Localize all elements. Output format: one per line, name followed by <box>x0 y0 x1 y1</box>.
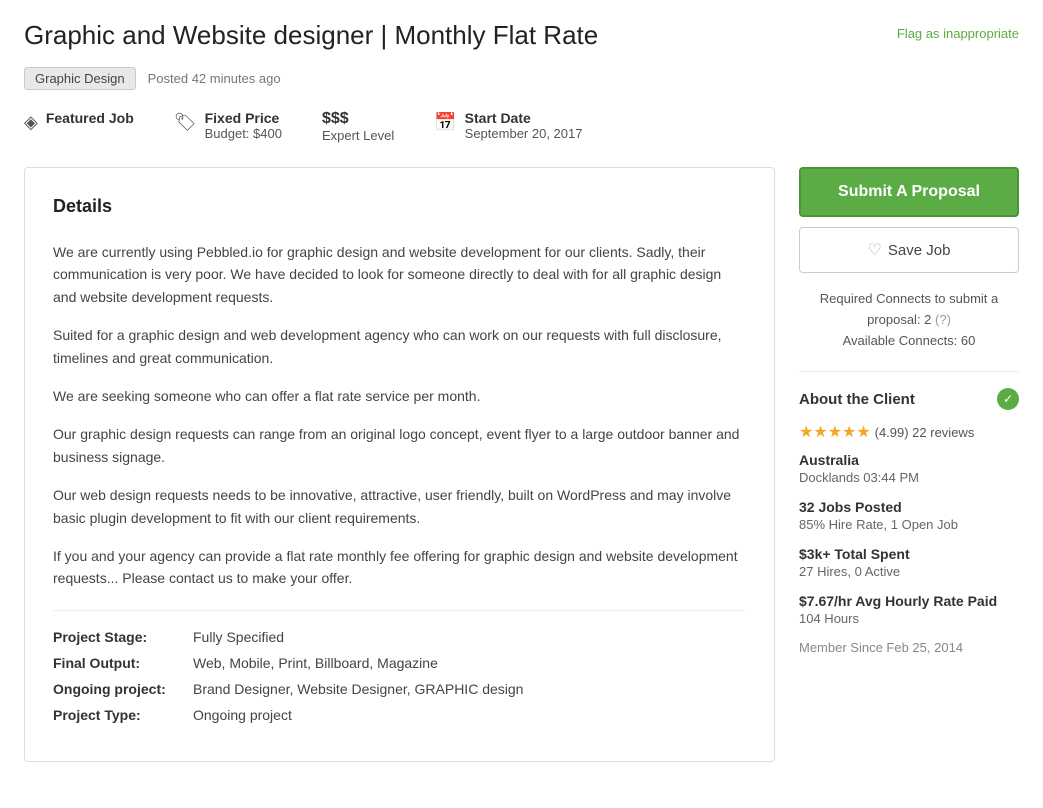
client-location-row: Australia Docklands 03:44 PM <box>799 452 1019 485</box>
description-para-4: Our graphic design requests can range fr… <box>53 423 746 468</box>
start-date-item: 📅 Start Date September 20, 2017 <box>434 110 582 141</box>
ongoing-project-row: Ongoing project: Brand Designer, Website… <box>53 681 746 697</box>
price-tag-icon: 🏷 <box>174 112 197 133</box>
project-stage-row: Project Stage: Fully Specified <box>53 629 746 645</box>
budget-label: Budget: $400 <box>205 126 282 141</box>
available-connects: Available Connects: 60 <box>843 333 976 348</box>
description-para-2: Suited for a graphic design and web deve… <box>53 324 746 369</box>
featured-job-item: ◈ Featured Job <box>24 110 134 133</box>
expert-level-item: $$$ Expert Level <box>322 110 394 143</box>
member-since: Member Since Feb 25, 2014 <box>799 640 1019 655</box>
final-output-label: Final Output: <box>53 655 193 671</box>
project-type-row: Project Type: Ongoing project <box>53 707 746 723</box>
jobs-posted-sub: 85% Hire Rate, 1 Open Job <box>799 517 1019 532</box>
about-client-title: About the Client <box>799 391 915 408</box>
details-card: Details We are currently using Pebbled.i… <box>24 167 775 762</box>
final-output-row: Final Output: Web, Mobile, Print, Billbo… <box>53 655 746 671</box>
project-meta: Project Stage: Fully Specified Final Out… <box>53 610 746 723</box>
project-stage-value: Fully Specified <box>193 629 284 645</box>
total-spent-row: $3k+ Total Spent 27 Hires, 0 Active <box>799 546 1019 579</box>
final-output-value: Web, Mobile, Print, Billboard, Magazine <box>193 655 438 671</box>
description-para-1: We are currently using Pebbled.io for gr… <box>53 241 746 308</box>
ongoing-project-label: Ongoing project: <box>53 681 193 697</box>
info-icon[interactable]: (?) <box>935 312 951 327</box>
verified-icon: ✓ <box>997 388 1019 410</box>
description-para-3: We are seeking someone who can offer a f… <box>53 385 746 407</box>
description-para-6: If you and your agency can provide a fla… <box>53 545 746 590</box>
details-body: We are currently using Pebbled.io for gr… <box>53 241 746 590</box>
category-tag[interactable]: Graphic Design <box>24 67 136 90</box>
project-type-label: Project Type: <box>53 707 193 723</box>
description-para-5: Our web design requests needs to be inno… <box>53 484 746 529</box>
project-type-value: Ongoing project <box>193 707 292 723</box>
connects-text: Required Connects to submit a proposal: … <box>820 291 998 327</box>
left-panel: Details We are currently using Pebbled.i… <box>24 167 775 762</box>
client-location: Australia <box>799 452 1019 468</box>
ongoing-project-value: Brand Designer, Website Designer, GRAPHI… <box>193 681 523 697</box>
client-section: About the Client ✓ ★★★★★ (4.99) 22 revie… <box>799 371 1019 655</box>
featured-job-label: Featured Job <box>46 110 134 126</box>
jobs-posted-row: 32 Jobs Posted 85% Hire Rate, 1 Open Job <box>799 499 1019 532</box>
details-heading: Details <box>53 196 746 217</box>
client-header: About the Client ✓ <box>799 388 1019 410</box>
client-location-sub: Docklands 03:44 PM <box>799 470 1019 485</box>
posted-time: Posted 42 minutes ago <box>148 71 281 86</box>
calendar-icon: 📅 <box>434 112 456 133</box>
start-date-label: Start Date <box>465 110 583 126</box>
expert-level: Expert Level <box>322 128 394 143</box>
diamond-icon: ◈ <box>24 112 38 133</box>
avg-rate-sub: 104 Hours <box>799 611 1019 626</box>
fixed-price-label: Fixed Price <box>205 110 282 126</box>
dollar-signs: $$$ <box>322 110 394 128</box>
fixed-price-item: 🏷 Fixed Price Budget: $400 <box>174 110 282 141</box>
start-date-value: September 20, 2017 <box>465 126 583 141</box>
avg-rate-label: $7.67/hr Avg Hourly Rate Paid <box>799 593 1019 609</box>
star-rating: ★★★★★ <box>799 424 871 441</box>
connects-box: Required Connects to submit a proposal: … <box>799 289 1019 351</box>
heart-icon: ♡ <box>868 240 882 260</box>
total-spent-label: $3k+ Total Spent <box>799 546 1019 562</box>
avg-rate-row: $7.67/hr Avg Hourly Rate Paid 104 Hours <box>799 593 1019 626</box>
rating-text: (4.99) 22 reviews <box>875 425 975 440</box>
job-title: Graphic and Website designer | Monthly F… <box>24 20 897 51</box>
save-job-label: Save Job <box>888 242 951 259</box>
total-spent-sub: 27 Hires, 0 Active <box>799 564 1019 579</box>
jobs-posted-label: 32 Jobs Posted <box>799 499 1019 515</box>
project-stage-label: Project Stage: <box>53 629 193 645</box>
save-job-button[interactable]: ♡ Save Job <box>799 227 1019 273</box>
right-panel: Submit A Proposal ♡ Save Job Required Co… <box>799 167 1019 762</box>
flag-link[interactable]: Flag as inappropriate <box>897 20 1019 41</box>
submit-proposal-button[interactable]: Submit A Proposal <box>799 167 1019 217</box>
